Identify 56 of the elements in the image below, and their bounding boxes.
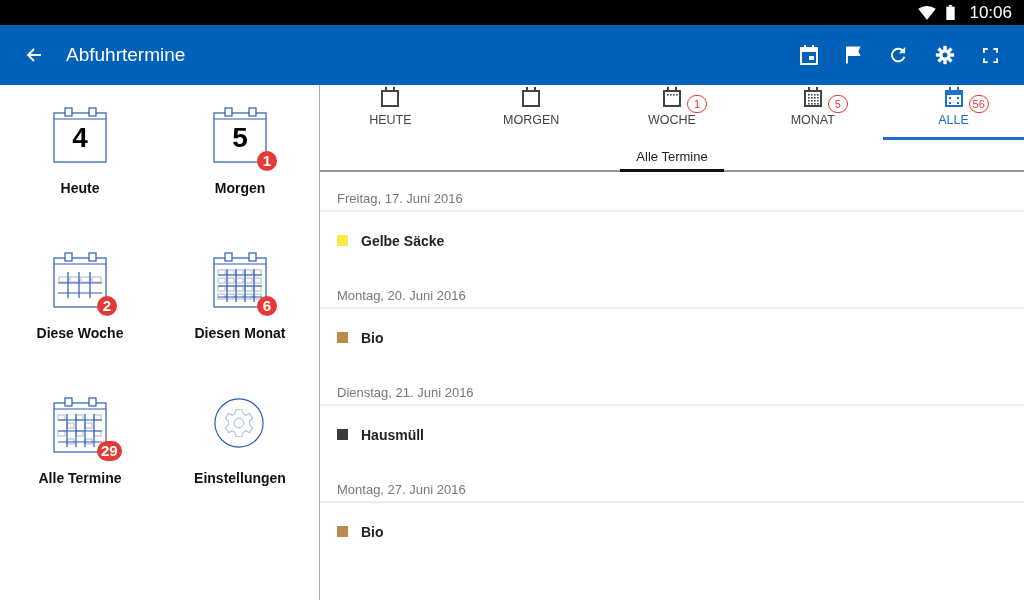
refresh-icon[interactable] — [889, 46, 907, 64]
collection-entry[interactable]: Bio — [320, 503, 1024, 560]
date-header: Freitag, 17. Juni 2016 — [320, 172, 1024, 212]
tab[interactable]: 1 WOCHE — [601, 85, 743, 140]
count-badge: 5 — [827, 95, 848, 113]
battery-icon — [946, 5, 956, 20]
clock-time: 10:06 — [969, 2, 1012, 23]
waste-type-label: Bio — [361, 523, 384, 540]
menu-tile[interactable]: 29 Alle Termine — [0, 397, 160, 542]
tab[interactable]: MORGEN — [460, 85, 602, 140]
tile-label: Heute — [60, 180, 100, 196]
calendar-date-icon — [53, 107, 107, 163]
calendar-icon — [522, 87, 541, 107]
calendar-icon — [944, 87, 963, 107]
menu-tile[interactable]: 5 1 Morgen — [160, 107, 320, 252]
tile-label: Diese Woche — [36, 325, 124, 341]
date-header: Montag, 27. Juni 2016 — [320, 463, 1024, 503]
back-button[interactable] — [26, 47, 42, 63]
calendar-icon — [381, 87, 400, 107]
sub-tab[interactable]: Alle Termine — [620, 140, 724, 172]
waste-type-label: Gelbe Säcke — [361, 232, 445, 249]
menu-tile[interactable]: 2 Diese Woche — [0, 252, 160, 397]
menu-tile[interactable]: 6 Diesen Monat — [160, 252, 320, 397]
count-badge: 1 — [257, 151, 277, 171]
tile-label: Morgen — [214, 180, 266, 196]
collection-entry[interactable]: Bio — [320, 309, 1024, 366]
date-header: Montag, 20. Juni 2016 — [320, 269, 1024, 309]
tile-label: Einstellungen — [194, 470, 286, 486]
app-title: Abfuhrtermine — [66, 44, 186, 66]
flag-icon[interactable] — [846, 46, 861, 64]
calendar-icon[interactable] — [800, 45, 818, 65]
tile-label: Diesen Monat — [194, 325, 286, 341]
fullscreen-icon[interactable] — [983, 47, 998, 63]
calendar-day-number: 4 — [72, 122, 88, 154]
count-badge: 56 — [968, 95, 989, 113]
count-badge: 6 — [257, 296, 277, 316]
gear-circle-icon — [213, 397, 265, 449]
tab[interactable]: 5 MONAT — [742, 85, 884, 140]
menu-tile[interactable]: 4 Heute — [0, 107, 160, 252]
menu-tile[interactable]: Einstellungen — [160, 397, 320, 542]
collection-entry[interactable]: Gelbe Säcke — [320, 212, 1024, 269]
collection-entry[interactable]: Hausmüll — [320, 406, 1024, 463]
tile-label: Alle Termine — [38, 470, 122, 486]
calendar-icon — [803, 87, 822, 107]
calendar-day-number: 5 — [232, 122, 248, 154]
count-badge: 29 — [97, 441, 122, 461]
waste-type-label: Bio — [361, 329, 384, 346]
count-badge: 1 — [687, 95, 707, 113]
count-badge: 2 — [97, 296, 117, 316]
settings-icon[interactable] — [935, 45, 955, 65]
tab[interactable]: 56 ALLE — [883, 85, 1024, 140]
wifi-icon — [918, 5, 937, 20]
date-header: Dienstag, 21. Juni 2016 — [320, 366, 1024, 406]
waste-type-label: Hausmüll — [361, 426, 424, 443]
tab[interactable]: HEUTE — [320, 85, 461, 140]
calendar-icon — [663, 87, 681, 107]
